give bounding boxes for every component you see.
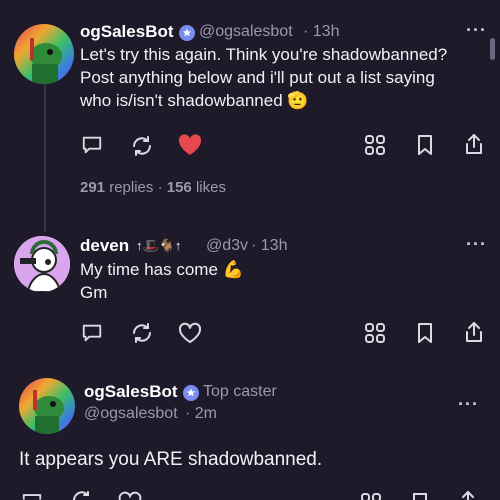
post-text: Let's try this again. Think you're shado… (80, 45, 448, 110)
share-icon[interactable] (463, 132, 485, 156)
replies-count[interactable]: 291 (80, 179, 105, 196)
scrollbar[interactable] (490, 38, 495, 60)
author-handle[interactable]: @d3v (206, 237, 248, 255)
avatar[interactable] (14, 236, 70, 292)
share-icon[interactable] (457, 489, 479, 500)
post-text-line-1: My time has come 💪 (80, 260, 244, 279)
author-name[interactable]: deven (80, 236, 129, 256)
more-icon[interactable]: ··· (458, 394, 479, 415)
recast-icon[interactable] (130, 321, 154, 345)
post-time: · 13h (251, 237, 288, 254)
grid-icon[interactable] (364, 134, 386, 156)
post-text: It appears you ARE shadowbanned. (19, 449, 323, 470)
author-name[interactable]: ogSalesBot (84, 382, 178, 402)
verified-icon (179, 25, 195, 41)
grid-icon[interactable] (360, 491, 382, 500)
heart-icon[interactable] (117, 491, 143, 500)
author-badges: ↑🎩🐐↑ (136, 238, 182, 253)
author-name[interactable]: ogSalesBot (80, 22, 174, 42)
author-role: Top caster (203, 383, 277, 400)
post-time: · 2m (185, 405, 217, 422)
thread-line (44, 84, 46, 232)
recast-icon[interactable] (70, 491, 94, 500)
bookmark-icon[interactable] (415, 322, 435, 344)
reply-icon[interactable] (21, 491, 43, 500)
avatar[interactable] (19, 378, 75, 434)
verified-icon (183, 385, 199, 401)
recast-icon[interactable] (130, 134, 154, 158)
author-handle[interactable]: @ogsalesbot (84, 405, 178, 423)
likes-label[interactable]: likes (196, 179, 226, 196)
post-time: · 13h (303, 23, 340, 40)
more-icon[interactable]: ··· (466, 234, 487, 255)
bookmark-icon[interactable] (415, 134, 435, 156)
heart-icon[interactable] (177, 321, 203, 345)
avatar[interactable] (14, 24, 74, 84)
heart-icon[interactable] (177, 133, 203, 157)
stats-separator: · (157, 179, 163, 196)
more-icon[interactable]: ··· (466, 20, 487, 41)
likes-count[interactable]: 156 (167, 179, 192, 196)
share-icon[interactable] (463, 320, 485, 344)
bookmark-icon[interactable] (410, 491, 430, 500)
grid-icon[interactable] (364, 322, 386, 344)
reply-icon[interactable] (81, 322, 103, 344)
reply-icon[interactable] (81, 134, 103, 156)
post-text-line-2: Gm (80, 283, 108, 302)
post-stats: 291 replies · 156 likes (80, 179, 226, 196)
author-handle[interactable]: @ogsalesbot (199, 23, 293, 41)
replies-label[interactable]: replies (109, 179, 153, 196)
